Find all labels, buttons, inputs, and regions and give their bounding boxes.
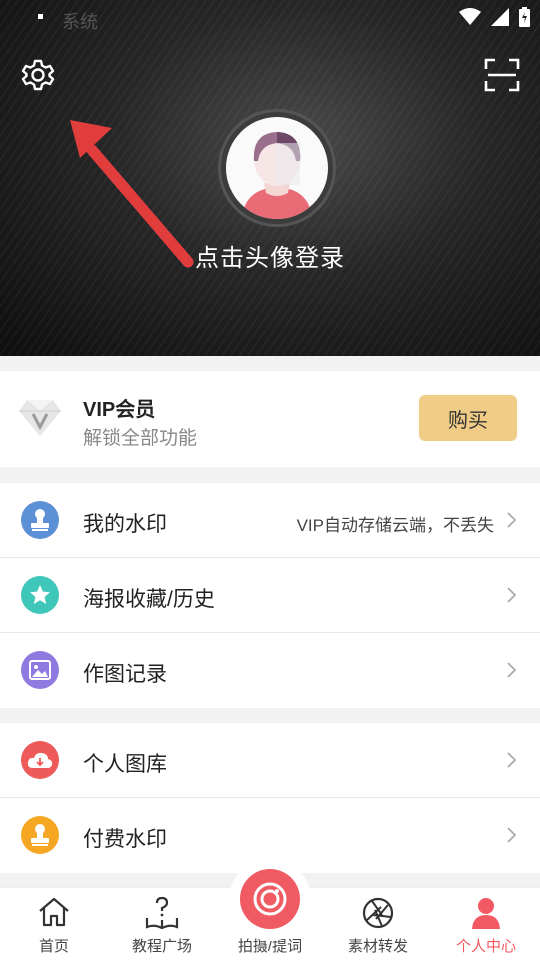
- camera-button[interactable]: [240, 869, 300, 929]
- tab-material[interactable]: 素材转发: [324, 888, 432, 960]
- menu-item-label: 付费水印: [83, 828, 167, 851]
- status-app-label: 系统: [62, 12, 98, 32]
- chevron-right-icon: [507, 752, 516, 768]
- settings-button[interactable]: [20, 57, 56, 93]
- signal-icon: [491, 8, 509, 26]
- battery-icon: [519, 7, 530, 27]
- menu-item-label: 作图记录: [83, 663, 167, 686]
- tab-home[interactable]: 首页: [0, 888, 108, 960]
- tab-label: 素材转发: [347, 938, 408, 955]
- chevron-right-icon: [507, 662, 516, 678]
- menu-group-primary: 我的水印 VIP自动存储云端，不丢失 海报收藏/历史 作图记录: [0, 483, 540, 708]
- scan-icon: [484, 58, 520, 92]
- person-icon: [472, 898, 500, 929]
- cloud-download-icon: [21, 741, 59, 779]
- vip-subtitle: 解锁全部功能: [83, 428, 198, 449]
- menu-item-design-records[interactable]: 作图记录: [0, 633, 540, 708]
- login-prompt[interactable]: 点击头像登录: [0, 238, 540, 273]
- profile-header: 系统 点击头像登录: [0, 0, 540, 356]
- gear-icon: [21, 59, 55, 91]
- vip-title: VIP会员: [83, 399, 156, 421]
- menu-item-poster-history[interactable]: 海报收藏/历史: [0, 558, 540, 633]
- image-icon: [21, 651, 59, 689]
- notification-dot: [38, 14, 43, 19]
- tab-profile[interactable]: 个人中心: [432, 888, 540, 960]
- home-icon: [39, 897, 69, 927]
- avatar-button[interactable]: [218, 109, 336, 227]
- menu-item-my-watermark[interactable]: 我的水印 VIP自动存储云端，不丢失: [0, 483, 540, 558]
- menu-item-label: 我的水印: [83, 513, 167, 536]
- status-icons: [459, 7, 530, 27]
- star-icon: [21, 576, 59, 614]
- camera-lens-icon: [253, 882, 287, 916]
- chevron-right-icon: [507, 827, 516, 843]
- tab-label: 教程广场: [131, 938, 192, 955]
- buy-button[interactable]: 购买: [419, 395, 517, 441]
- chevron-right-icon: [507, 587, 516, 603]
- menu-item-label: 个人图库: [83, 753, 167, 776]
- tab-label: 个人中心: [455, 938, 516, 955]
- avatar: [226, 117, 328, 219]
- stamp-icon: [21, 501, 59, 539]
- menu-item-label: 海报收藏/历史: [83, 588, 215, 611]
- tab-label: 首页: [38, 938, 69, 955]
- menu-item-personal-gallery[interactable]: 个人图库: [0, 723, 540, 798]
- scan-button[interactable]: [484, 58, 520, 92]
- stamp-icon: [21, 816, 59, 854]
- menu-item-note: VIP自动存储云端，不丢失: [296, 516, 494, 535]
- tab-tutorial[interactable]: 教程广场: [108, 888, 216, 960]
- default-avatar-icon: [242, 132, 312, 219]
- status-bar: 系统: [0, 0, 540, 36]
- menu-group-secondary: 个人图库 付费水印: [0, 723, 540, 873]
- aperture-icon: [362, 897, 394, 929]
- diamond-icon: [19, 400, 61, 436]
- wifi-icon: [459, 8, 481, 25]
- book-question-icon: [145, 896, 179, 930]
- chevron-right-icon: [507, 512, 516, 528]
